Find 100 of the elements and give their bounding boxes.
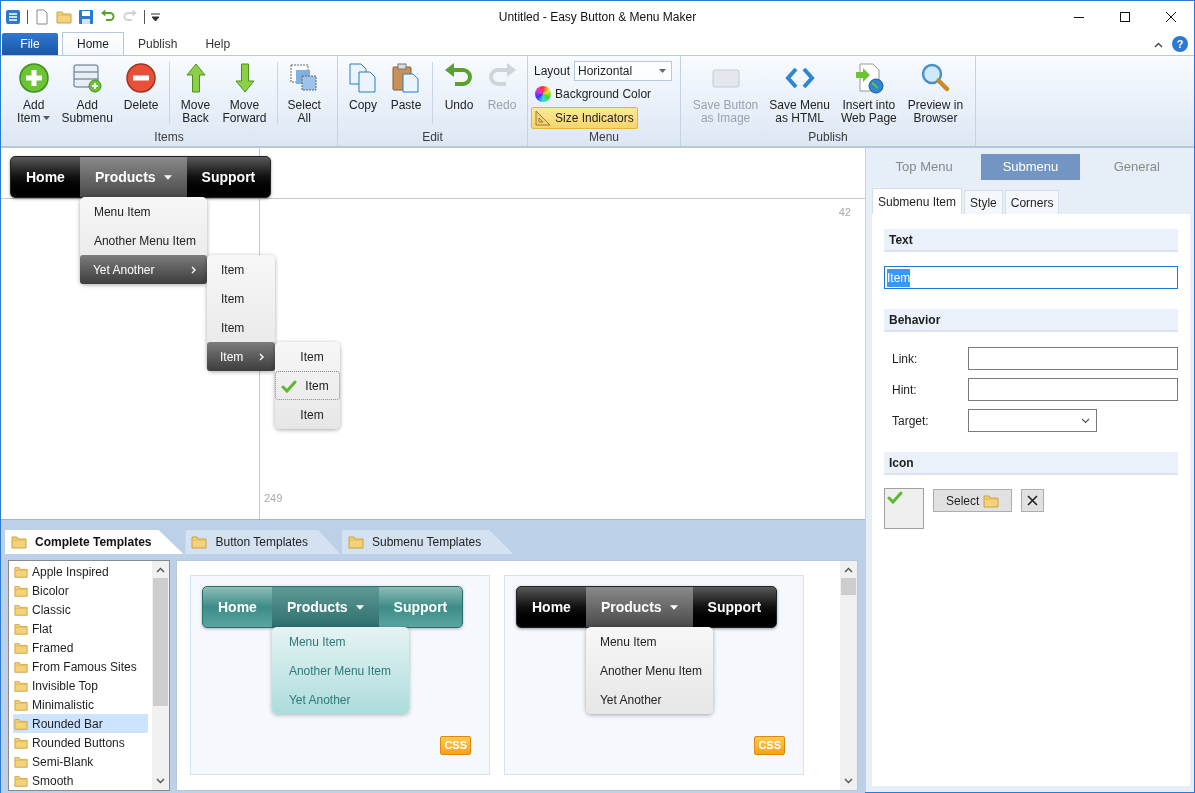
folder-icon bbox=[11, 534, 27, 550]
layout-dropdown[interactable]: Horizontal bbox=[574, 61, 673, 81]
template-tab[interactable]: Button Templates bbox=[185, 530, 340, 554]
template-list-item[interactable]: Flat bbox=[13, 619, 148, 638]
submenu-item[interactable]: Item bbox=[206, 313, 276, 342]
ribbon-button[interactable]: Delete bbox=[118, 62, 164, 112]
submenu-item[interactable]: Yet Another bbox=[271, 685, 409, 714]
template-list-item[interactable]: Rounded Bar bbox=[13, 714, 148, 733]
field-label: Layout bbox=[534, 63, 571, 80]
ribbon-button[interactable]: Preview in Browser bbox=[902, 62, 969, 125]
submenu-item[interactable]: Yet Another bbox=[585, 685, 713, 714]
ribbon-toggle-button[interactable]: Size Indicators bbox=[531, 107, 638, 129]
menu-item[interactable]: Home bbox=[203, 587, 272, 627]
template-list-item[interactable]: Bicolor bbox=[13, 581, 148, 600]
submenu-item[interactable]: Item bbox=[206, 255, 276, 284]
submenu-item[interactable]: Yet Another bbox=[79, 255, 207, 284]
submenu-item[interactable]: Menu Item bbox=[79, 197, 207, 226]
template-list-item[interactable]: Semi-Blank bbox=[13, 752, 148, 771]
dropdown-arrow-icon bbox=[43, 115, 51, 120]
field-label: Target: bbox=[891, 412, 930, 430]
template-tab[interactable]: Submenu Templates bbox=[342, 530, 514, 554]
panel-subtab[interactable]: Submenu Item bbox=[872, 188, 963, 214]
menu-item[interactable]: Products bbox=[79, 157, 187, 197]
template-card[interactable]: Home Products Menu Item Another Menu Item Yet Another Support CSS bbox=[190, 575, 490, 775]
template-card[interactable]: Home Products Menu Item Another Menu Item Yet Another Support CSS bbox=[504, 575, 804, 775]
clipboard-icon bbox=[390, 62, 422, 94]
ribbon-button[interactable]: Save Menu as HTML bbox=[764, 62, 835, 125]
minus-circle-icon bbox=[125, 62, 158, 94]
select-field[interactable] bbox=[968, 409, 1097, 432]
template-list-item[interactable]: Classic bbox=[13, 600, 148, 619]
input-field[interactable] bbox=[968, 378, 1178, 401]
remove-icon-button[interactable] bbox=[1021, 489, 1045, 512]
group-label: Edit bbox=[421, 130, 444, 145]
close-icon bbox=[1166, 11, 1176, 22]
scrollbar-thumb[interactable] bbox=[153, 578, 168, 706]
panel-subtab[interactable]: Corners bbox=[1004, 190, 1060, 214]
folder-icon bbox=[348, 534, 364, 550]
template-list-item[interactable]: Framed bbox=[13, 638, 148, 657]
ribbon-button[interactable]: Paste bbox=[385, 62, 427, 112]
field-label: Link: bbox=[891, 350, 919, 368]
section-header: Icon bbox=[884, 452, 1178, 475]
checkmark-icon bbox=[281, 378, 298, 393]
submenu-item[interactable]: Another Menu Item bbox=[271, 656, 409, 685]
select-icon-button[interactable]: Select bbox=[933, 489, 1013, 512]
dropdown-arrow-icon bbox=[355, 604, 364, 610]
submenu-item[interactable]: Another Menu Item bbox=[585, 656, 713, 685]
help-button[interactable]: ? bbox=[1172, 36, 1188, 52]
folder-icon bbox=[191, 534, 208, 550]
template-list-item[interactable]: Rounded Buttons bbox=[13, 733, 148, 752]
menu-item[interactable]: Products bbox=[585, 587, 693, 627]
ribbon-button[interactable]: Move Back bbox=[174, 62, 217, 125]
submenu-item[interactable]: Another Menu Item bbox=[79, 226, 207, 255]
template-list-item[interactable]: From Famous Sites bbox=[13, 657, 148, 676]
submenu-item[interactable]: Item bbox=[275, 342, 340, 371]
dropdown-arrow-icon bbox=[151, 12, 160, 21]
menu-item[interactable]: Support bbox=[378, 587, 463, 627]
ribbon-button[interactable]: Add Item bbox=[12, 62, 56, 125]
menu-item[interactable]: Products bbox=[271, 587, 379, 627]
input-field[interactable] bbox=[968, 347, 1178, 370]
menu-item[interactable]: Home bbox=[11, 157, 80, 197]
panel-subtab[interactable]: Style bbox=[964, 190, 1003, 214]
caret-up-icon bbox=[1153, 42, 1163, 48]
ruler-triangle-icon bbox=[535, 110, 551, 126]
template-list-item[interactable]: Invisible Top bbox=[13, 676, 148, 695]
scrollbar[interactable] bbox=[840, 561, 857, 790]
ribbon-button[interactable]: Move Forward bbox=[217, 62, 272, 125]
ribbon-button[interactable]: Select All bbox=[282, 62, 326, 125]
ribbon-button[interactable]: Add Submenu bbox=[56, 62, 118, 125]
scroll-up-icon bbox=[844, 567, 853, 573]
submenu-item[interactable]: Item bbox=[275, 400, 340, 429]
ribbon-tab[interactable]: Help bbox=[191, 32, 245, 55]
magnifier-icon bbox=[919, 62, 952, 94]
dropdown-arrow-icon bbox=[669, 604, 678, 610]
app-stack-icon bbox=[5, 8, 21, 25]
template-tab[interactable]: Complete Templates bbox=[5, 530, 184, 554]
ribbon-tab[interactable]: Home bbox=[62, 32, 124, 55]
menu-item[interactable]: Support bbox=[692, 587, 777, 627]
ruler-label: 249 bbox=[264, 490, 283, 506]
checkmark-icon bbox=[887, 490, 903, 504]
close-icon bbox=[1027, 495, 1039, 506]
submenu-item[interactable]: Item bbox=[206, 342, 276, 371]
file-menu-button[interactable]: File bbox=[2, 33, 58, 55]
scrollbar-thumb[interactable] bbox=[841, 578, 856, 595]
ribbon-button[interactable]: Undo bbox=[438, 62, 480, 112]
submenu-item[interactable]: Menu Item bbox=[585, 627, 713, 656]
ribbon-toggle-button[interactable]: Background Color bbox=[531, 83, 656, 105]
template-list-item[interactable]: Apple Inspired bbox=[13, 562, 148, 581]
folder-icon bbox=[56, 8, 72, 25]
template-list-item[interactable]: Minimalistic bbox=[13, 695, 148, 714]
scrollbar[interactable] bbox=[152, 561, 169, 790]
ribbon-button[interactable]: Insert into Web Page bbox=[835, 62, 902, 125]
ribbon-button[interactable]: Copy bbox=[342, 62, 384, 112]
dropdown-arrow-icon bbox=[163, 174, 172, 180]
submenu-item[interactable]: Item bbox=[206, 284, 276, 313]
ribbon-tab[interactable]: Publish bbox=[124, 32, 192, 55]
template-list-item[interactable]: Smooth bbox=[13, 771, 148, 790]
menu-item[interactable]: Support bbox=[186, 157, 271, 197]
menu-item[interactable]: Home bbox=[517, 587, 586, 627]
field-label: Hint: bbox=[891, 381, 918, 399]
submenu-item[interactable]: Menu Item bbox=[271, 627, 409, 656]
